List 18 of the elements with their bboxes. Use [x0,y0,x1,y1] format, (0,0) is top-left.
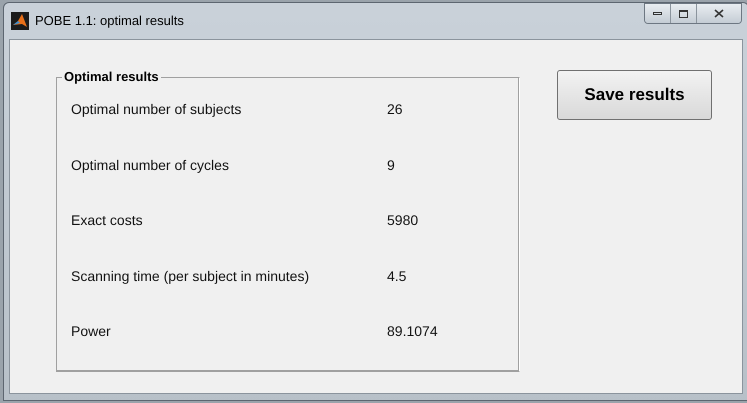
result-label: Optimal number of subjects [71,100,242,119]
window-title: POBE 1.1: optimal results [35,12,184,30]
maximize-button[interactable] [671,4,697,23]
result-value: 26 [387,100,403,119]
group-title: Optimal results [62,69,161,85]
result-value: 4.5 [387,266,406,286]
save-results-button[interactable]: Save results [557,70,712,120]
result-value: 9 [387,156,395,174]
close-button[interactable] [697,4,741,23]
result-label: Power [71,322,112,341]
result-label: Exact costs [71,211,144,230]
result-label: Scanning time (per subject in minutes) [71,266,310,286]
result-value: 89.1074 [387,322,438,341]
app-logo-icon [11,12,29,30]
close-icon [714,9,724,18]
result-value: 5980 [387,211,418,230]
minimize-button[interactable] [645,4,671,23]
result-label: Optimal number of cycles [71,156,230,175]
